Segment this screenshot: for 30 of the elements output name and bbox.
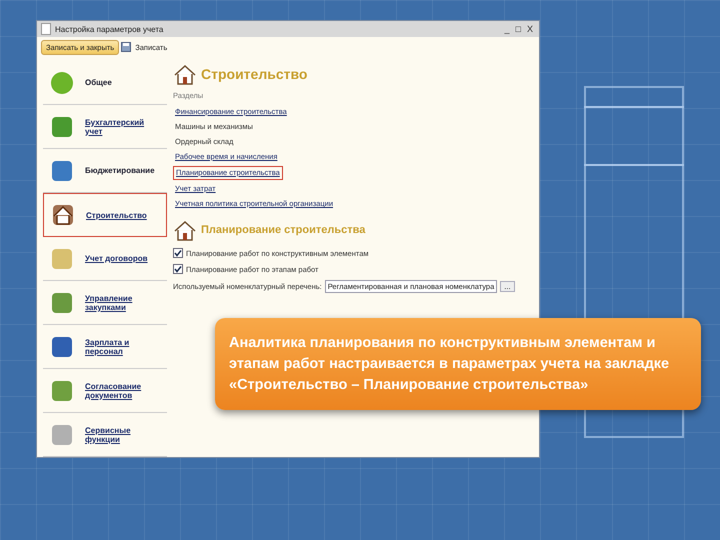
window-control[interactable]: X: [524, 24, 535, 34]
sidebar-label: Строительство: [86, 210, 148, 220]
section-title: Строительство: [201, 66, 308, 82]
sidebar-label: Бюджетирование: [85, 166, 156, 175]
sidebar-item[interactable]: Зарплата и персонал: [43, 325, 167, 369]
sidebar-label: Общее: [85, 78, 113, 87]
checkbox[interactable]: [173, 248, 183, 258]
window-title: Настройка параметров учета: [55, 24, 164, 34]
house-icon: [173, 219, 197, 241]
sidebar-item[interactable]: Учет договоров: [43, 237, 167, 281]
window-control[interactable]: □: [514, 24, 523, 34]
sidebar-item[interactable]: Согласование документов: [43, 369, 167, 413]
sidebar-label: Бухгалтерский учет: [85, 118, 146, 136]
callout-text: Аналитика планирования по конструктивным элементам и этапам работ настраивается в параметрах учета на закладке «Строительство – Планирование строительства»: [229, 334, 670, 394]
sidebar-label: Сервисные функции: [85, 426, 132, 444]
sidebar-item[interactable]: Бухгалтерский учет: [43, 105, 167, 149]
sidebar-label: Согласование документов: [85, 382, 142, 400]
house-icon: [50, 202, 76, 228]
house-icon: [173, 63, 197, 85]
sidebar-label: Зарплата и персонал: [85, 338, 130, 356]
sidebar-item[interactable]: Сервисные функции: [43, 413, 167, 457]
sidebar-label: Управление закупками: [85, 294, 134, 312]
checkbox[interactable]: [173, 264, 183, 274]
sidebar-item[interactable]: Бюджетирование: [43, 149, 167, 193]
sidebar-label: Учет договоров: [85, 254, 149, 263]
sidebar-item[interactable]: Строительство: [43, 193, 167, 237]
window-control[interactable]: _: [502, 24, 512, 34]
section-title: Планирование строительства: [201, 224, 366, 236]
sidebar-item[interactable]: Общее: [43, 61, 167, 105]
sidebar-item[interactable]: Управление закупками: [43, 281, 167, 325]
